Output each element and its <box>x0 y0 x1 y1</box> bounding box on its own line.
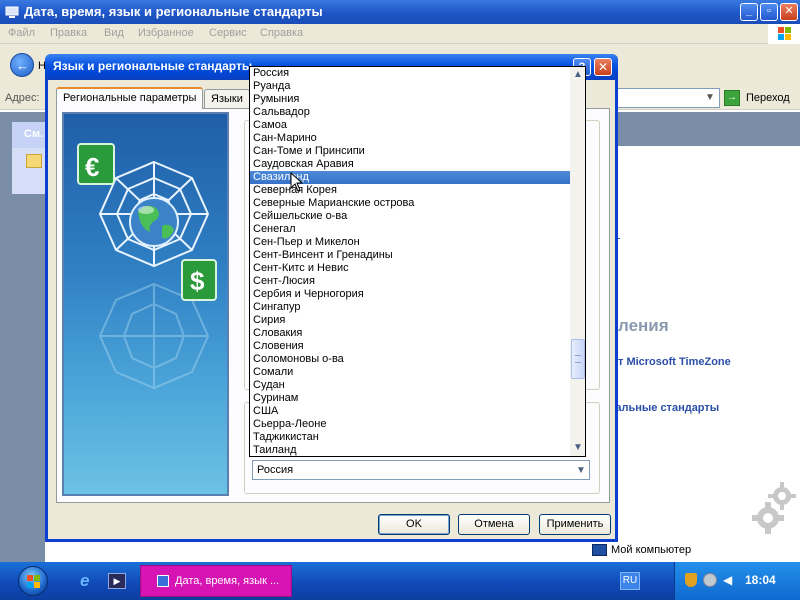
list-scrollbar[interactable]: ▲ ▼ <box>570 67 585 456</box>
pick-category-heading: ления <box>618 316 669 335</box>
country-option[interactable]: Сент-Китс и Невис <box>250 262 570 275</box>
svg-text:$: $ <box>190 266 205 296</box>
menu-file[interactable]: Файл <box>8 27 35 39</box>
country-option[interactable]: Сент-Винсент и Гренадины <box>250 249 570 262</box>
country-option[interactable]: Саудовская Аравия <box>250 158 570 171</box>
country-option[interactable]: Сомали <box>250 366 570 379</box>
security-shield-icon[interactable] <box>685 573 697 587</box>
content-header-strip <box>616 112 800 146</box>
windows-flag-icon <box>27 575 40 588</box>
regional-settings-link[interactable]: ональные стандарты <box>602 402 719 414</box>
go-button[interactable]: Переход <box>746 92 790 104</box>
cancel-button[interactable]: Отмена <box>458 514 530 535</box>
menu-edit[interactable]: Правка <box>50 27 87 39</box>
country-option[interactable]: Сен-Пьер и Микелон <box>250 236 570 249</box>
control-panel-titlebar[interactable]: Дата, время, язык и региональные стандар… <box>0 0 800 24</box>
see-also-heading[interactable]: См. <box>12 122 45 148</box>
menu-view[interactable]: Вид <box>104 27 124 39</box>
menu-help[interactable]: Справка <box>260 27 303 39</box>
folder-icon[interactable] <box>26 154 42 168</box>
dialog-close-button[interactable]: ✕ <box>594 58 612 76</box>
country-option[interactable]: Таджикистан <box>250 431 570 444</box>
globe-web-illustration: € $ <box>77 143 217 390</box>
country-option[interactable]: Сейшельские о-ва <box>250 210 570 223</box>
country-option[interactable]: Словакия <box>250 327 570 340</box>
gear-icon <box>752 482 796 534</box>
country-list: Россия Руанда Румыния Сальвадор Самоа Сан-Мар… <box>250 67 570 456</box>
start-button[interactable] <box>18 566 48 596</box>
see-also-body <box>12 148 45 194</box>
minimize-button[interactable]: _ <box>740 3 758 21</box>
scroll-up-icon[interactable]: ▲ <box>570 67 585 83</box>
computer-icon <box>592 544 607 557</box>
apply-button[interactable]: Применить <box>539 514 611 535</box>
country-option[interactable]: Судан <box>250 379 570 392</box>
clock[interactable]: 18:04 <box>745 573 776 587</box>
window-icon <box>157 575 169 587</box>
country-option[interactable]: Суринам <box>250 392 570 405</box>
country-option[interactable]: Таиланд <box>250 444 570 456</box>
my-computer-label: Мой компьютер <box>611 544 692 556</box>
internet-explorer-icon[interactable]: e <box>80 572 98 590</box>
ok-button[interactable]: OK <box>378 514 450 535</box>
country-option[interactable]: Румыния <box>250 93 570 106</box>
timezone-link[interactable]: т Microsoft TimeZone <box>618 356 731 368</box>
chevron-down-icon[interactable]: ▼ <box>573 463 589 478</box>
menu-tools[interactable]: Сервис <box>209 27 247 39</box>
country-option[interactable]: Сенегал <box>250 223 570 236</box>
control-panel-title: Дата, время, язык и региональные стандар… <box>24 4 323 19</box>
maximize-button[interactable]: ▫ <box>760 3 778 21</box>
country-option[interactable]: Сирия <box>250 314 570 327</box>
mouse-pointer-icon <box>290 172 304 192</box>
dialog-title: Язык и региональные стандарты <box>53 59 253 73</box>
svg-text:€: € <box>85 152 99 182</box>
country-option[interactable]: Сан-Томе и Принсипи <box>250 145 570 158</box>
taskbar-item-label: Дата, время, язык ... <box>175 575 280 587</box>
tab-languages[interactable]: Языки <box>204 89 250 109</box>
menu-bar: Файл Правка Вид Избранное Сервис Справка <box>0 24 800 44</box>
network-icon[interactable] <box>703 573 717 587</box>
go-arrow-icon[interactable]: → <box>724 90 740 106</box>
location-select-value: Россия <box>257 464 294 476</box>
tab-regional-options[interactable]: Региональные параметры <box>56 87 204 109</box>
country-option[interactable]: Сент-Люсия <box>250 275 570 288</box>
system-tray: ◀ 18:04 <box>674 562 800 600</box>
country-option[interactable]: Самоа <box>250 119 570 132</box>
country-option[interactable]: Россия <box>250 67 570 80</box>
back-button[interactable]: ← <box>10 53 34 77</box>
address-label: Адрес: <box>5 92 40 104</box>
country-option[interactable]: Словения <box>250 340 570 353</box>
language-indicator[interactable]: RU <box>620 572 640 590</box>
back-arrow-icon: ← <box>16 58 29 73</box>
country-dropdown-list[interactable]: Россия Руанда Румыния Сальвадор Самоа Сан-Мар… <box>249 66 586 457</box>
window-icon <box>5 6 19 18</box>
scroll-thumb[interactable] <box>571 339 585 379</box>
country-option[interactable]: Сербия и Черногория <box>250 288 570 301</box>
country-option[interactable]: Сальвадор <box>250 106 570 119</box>
close-button[interactable]: ✕ <box>780 3 798 21</box>
country-option[interactable]: Северные Марианские острова <box>250 197 570 210</box>
country-option[interactable]: США <box>250 405 570 418</box>
windows-logo-icon <box>768 24 800 46</box>
country-option[interactable]: Сингапур <box>250 301 570 314</box>
taskbar-item-control-panel[interactable]: Дата, время, язык ... <box>140 565 292 597</box>
country-option[interactable]: Руанда <box>250 80 570 93</box>
country-option[interactable]: Соломоновы о-ва <box>250 353 570 366</box>
my-computer-desktop-item[interactable]: Мой компьютер <box>592 544 692 557</box>
task-pane: См. <box>0 112 45 562</box>
menu-favorites[interactable]: Избранное <box>138 27 194 39</box>
speaker-icon[interactable]: ◀ <box>723 573 737 587</box>
regional-illustration: € $ <box>62 112 229 496</box>
scroll-down-icon[interactable]: ▼ <box>570 440 585 456</box>
country-option[interactable]: Сан-Марино <box>250 132 570 145</box>
media-player-icon[interactable]: ▶ <box>108 573 126 589</box>
taskbar: e ▶ Дата, время, язык ... RU ◀ 18:04 <box>0 562 800 600</box>
location-select[interactable]: Россия ▼ <box>252 460 590 480</box>
country-option[interactable]: Сьерра-Леоне <box>250 418 570 431</box>
address-dropdown-icon[interactable]: ▼ <box>702 89 718 107</box>
grip-icon <box>575 355 581 363</box>
